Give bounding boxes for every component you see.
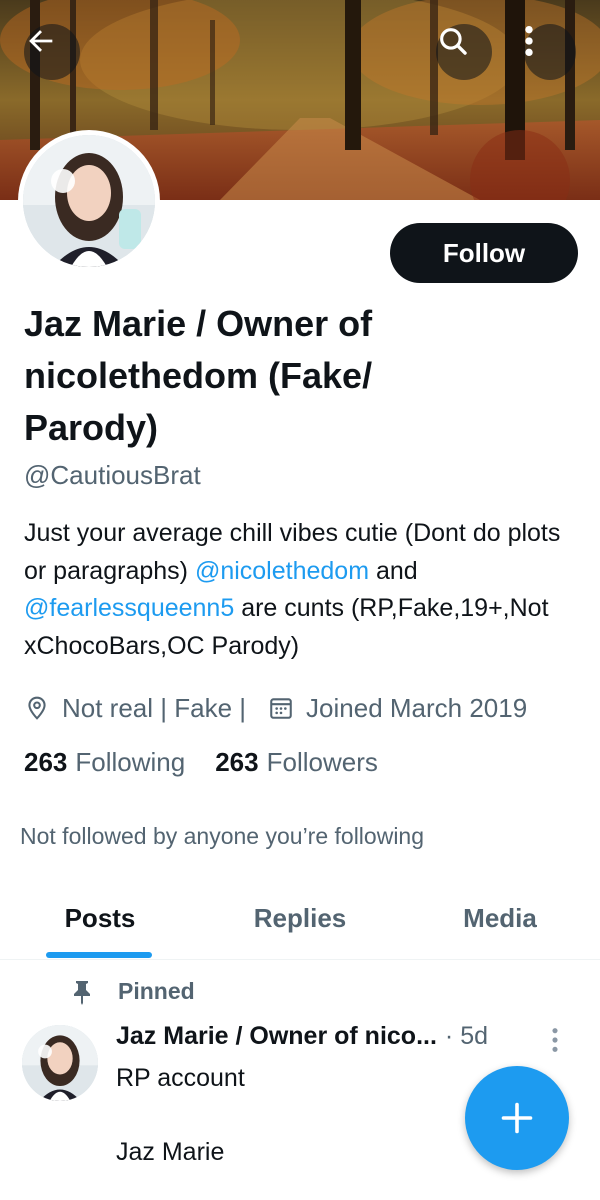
calendar-icon (268, 695, 294, 721)
followers-label: Followers (266, 747, 378, 777)
profile-display-name: Jaz Marie / Owner of nicolethedom (Fake/… (24, 303, 373, 448)
more-vertical-icon (525, 25, 533, 57)
arrow-left-icon (29, 30, 53, 52)
bio-text: and (369, 556, 418, 585)
not-followed-notice: Not followed by anyone you’re following (20, 823, 425, 849)
post-more-button[interactable] (550, 1026, 560, 1059)
post-timestamp[interactable]: · 5d (445, 1022, 488, 1051)
search-button[interactable] (436, 24, 492, 80)
bio-mention-link[interactable]: @nicolethedom (195, 557, 369, 585)
following-label: Following (75, 747, 186, 777)
following-link[interactable]: 263 Following (24, 747, 185, 778)
profile-bio: Just your average chill vibes cutie (Don… (24, 515, 584, 665)
tab-replies[interactable]: Replies (200, 878, 400, 958)
more-options-button[interactable] (524, 24, 576, 80)
active-tab-indicator (46, 952, 152, 958)
profile-location: Not real | Fake | (62, 692, 247, 723)
followers-count: 263 (215, 747, 259, 777)
tab-posts[interactable]: Posts (0, 878, 200, 958)
pin-icon (70, 979, 94, 1005)
followers-link[interactable]: 263 Followers (215, 747, 378, 778)
post-author-name[interactable]: Jaz Marie / Owner of nico... (116, 1022, 437, 1051)
post-text-line: Jaz Marie (116, 1138, 225, 1166)
profile-joined-date: Joined March 2019 (306, 692, 528, 723)
tab-media[interactable]: Media (400, 878, 600, 958)
profile-handle: @CautiousBrat (24, 460, 201, 490)
post-header: Jaz Marie / Owner of nico... · 5d (116, 1022, 536, 1051)
pinned-indicator: Pinned (70, 978, 195, 1005)
bio-mention-link[interactable]: @fearlessqueenn5 (24, 594, 234, 622)
post-body: RP account Jaz Marie (116, 1060, 456, 1171)
profile-tabs: Posts Replies Media (0, 878, 600, 960)
post-author-avatar[interactable] (22, 1025, 98, 1101)
avatar-photo (23, 135, 155, 267)
search-icon (440, 28, 467, 55)
following-count: 263 (24, 747, 68, 777)
more-vertical-icon (552, 1028, 558, 1052)
post-text-line: RP account (116, 1064, 245, 1092)
pinned-label: Pinned (118, 978, 195, 1004)
profile-meta: Not real | Fake | Joined March 2019 (24, 688, 527, 728)
location-pin-icon (24, 695, 50, 721)
back-button[interactable] (24, 24, 80, 80)
plus-icon (501, 1102, 533, 1134)
follow-button[interactable]: Follow (390, 223, 578, 283)
compose-post-button[interactable] (465, 1066, 569, 1170)
profile-avatar[interactable] (18, 130, 160, 272)
profile-counts: 263 Following 263 Followers (24, 747, 378, 778)
